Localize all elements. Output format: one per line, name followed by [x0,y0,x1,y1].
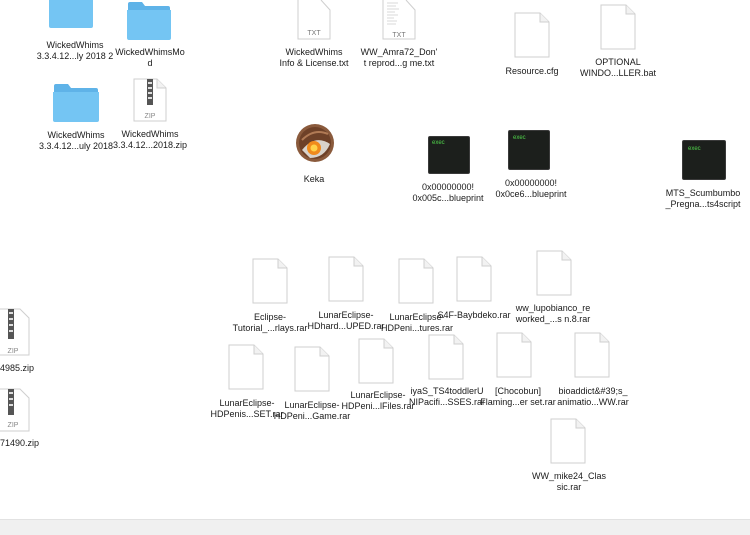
document-icon [328,256,364,302]
txt-ww-amra72[interactable]: TXT WW_Amra72_Don' t reprod...g me.txt [356,0,442,72]
keka-app-icon [296,124,334,162]
cfg-resource[interactable]: Resource.cfg [494,12,570,80]
item-label: WickedWhims Info & License.txt [279,47,349,68]
document-icon [514,12,550,58]
zip-badge: ZIP [7,348,19,355]
txt-wickedwhims-info[interactable]: TXT WickedWhims Info & License.txt [272,0,356,72]
rar-eclipse-tutorial[interactable]: Eclipse- Tutorial_...rlays.rar [228,258,312,336]
document-icon [536,250,572,296]
rar-ww-lupobianco[interactable]: ww_lupobianco_re worked_...s n.8.rar [510,250,596,330]
item-label: ww_lupobianco_re worked_...s n.8.rar [515,303,591,324]
zip-badge: ZIP [144,113,156,120]
document-icon [358,338,394,384]
item-label: OPTIONAL WINDO...LLER.bat [579,57,657,78]
folder-icon [53,84,99,122]
rar-s4f-baybdeko[interactable]: S4F-Baybdeko.rar [434,256,514,326]
item-label: Eclipse- Tutorial_...rlays.rar [232,312,308,333]
txt-badge: TXT [392,32,406,39]
rar-bioaddict[interactable]: bioaddict&#39;s_ animatio...WW.rar [550,332,636,410]
item-label: S4F-Baybdeko.rar [437,310,511,320]
item-label: WickedWhims 3.3.4.12...2018.zip [112,129,188,150]
item-label: [Chocobun] Flaming...er set.rar [480,386,556,407]
document-icon [600,4,636,50]
exec-blueprint-2[interactable]: exec 0x00000000! 0x0ce6...blueprint [488,130,574,202]
document-icon [398,258,434,304]
exec-mts-ts4script[interactable]: exec MTS_Scumbumbo _Pregna...ts4script [660,140,746,214]
document-icon [456,256,492,302]
item-label: LunarEclipse- HDhard...UPED.rar [307,310,385,331]
folder-wickedwhimsmod[interactable]: WickedWhimsMo d [108,0,192,72]
zip-71490[interactable]: ZIP 71490.zip [0,388,44,452]
item-label: 0x00000000! 0x0ce6...blueprint [495,178,567,199]
item-label: Resource.cfg [505,66,559,76]
item-label: 4985.zip [0,363,35,373]
item-label: Keka [303,174,325,184]
folder-wickedwhims-1[interactable]: WickedWhims 3.3.4.12...ly 2018 2 [30,0,120,70]
rar-lunar-hdhard[interactable]: LunarEclipse- HDhard...UPED.rar [304,256,388,334]
item-label: MTS_Scumbumbo _Pregna...ts4script [665,188,741,209]
item-label: WW_mike24_Clas sic.rar [531,471,607,492]
exec-badge: exec [513,135,526,141]
zip-4985[interactable]: ZIP 4985.zip [0,308,44,376]
zip-wickedwhims[interactable]: ZIP WickedWhims 3.3.4.12...2018.zip [108,78,192,154]
item-label: bioaddict&#39;s_ animatio...WW.rar [557,386,629,407]
rar-ww-mike24[interactable]: WW_mike24_Clas sic.rar [526,418,612,498]
app-keka[interactable]: Keka [286,122,342,188]
bat-optional[interactable]: OPTIONAL WINDO...LLER.bat [574,4,662,80]
rar-chocobun[interactable]: [Chocobun] Flaming...er set.rar [476,332,560,410]
folder-icon [127,2,171,40]
document-icon [574,332,610,378]
exec-blueprint-1[interactable]: exec 0x00000000! 0x005c...blueprint [406,136,490,208]
desktop: WickedWhims 3.3.4.12...ly 2018 2 WickedW… [0,0,750,534]
document-icon [252,258,288,304]
exec-badge: exec [432,140,445,146]
document-icon [550,418,586,464]
zip-badge: ZIP [7,422,19,429]
window-bottom-edge [0,519,750,535]
document-icon [294,346,330,392]
exec-badge: exec [688,146,701,152]
folder-icon [49,0,93,28]
document-icon [428,334,464,380]
document-icon [496,332,532,378]
item-label: WickedWhimsMo d [115,47,185,68]
item-label: 0x00000000! 0x005c...blueprint [412,182,484,203]
txt-badge: TXT [307,30,321,37]
item-label: WW_Amra72_Don' t reprod...g me.txt [360,47,438,68]
item-label: 71490.zip [0,438,40,448]
document-icon [228,344,264,390]
item-label: WickedWhims 3.3.4.12...ly 2018 2 [36,40,114,61]
